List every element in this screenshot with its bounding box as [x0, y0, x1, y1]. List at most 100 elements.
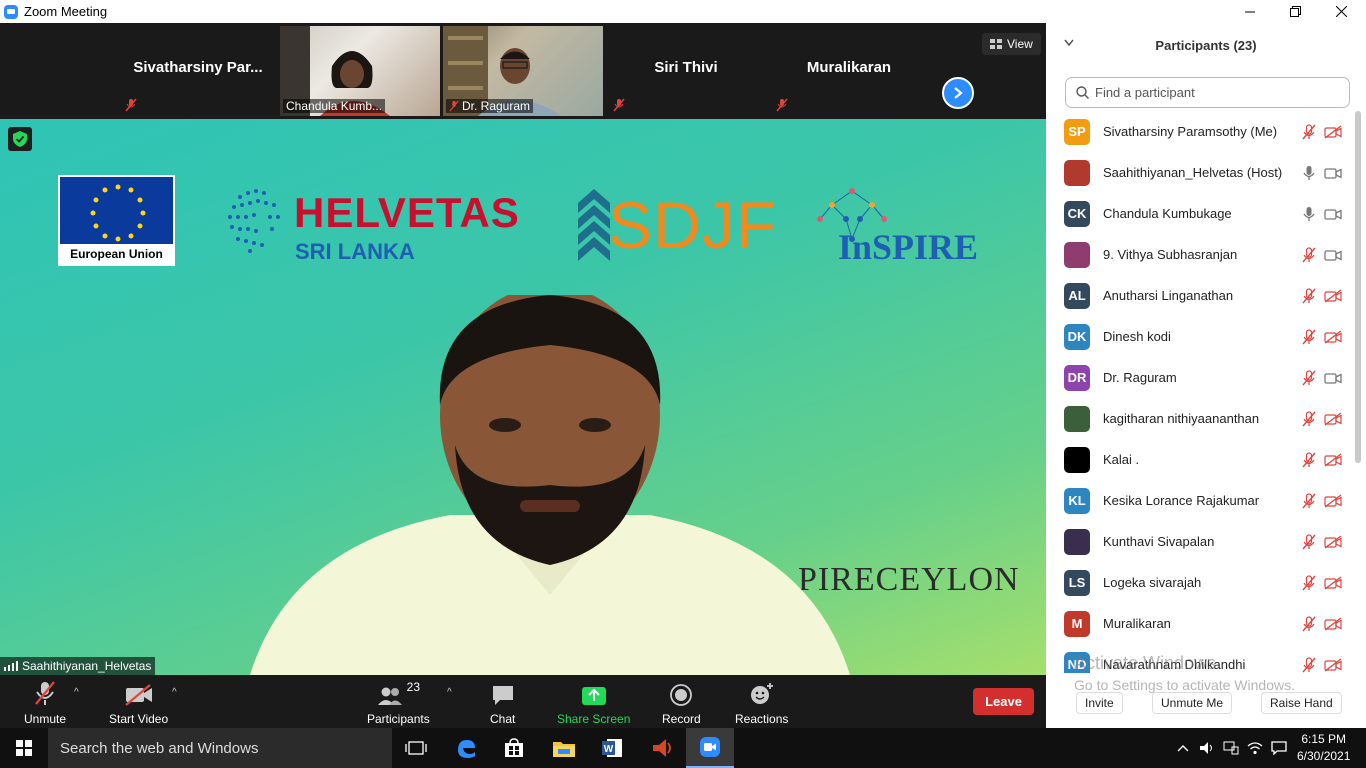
taskbar-edge[interactable]: [442, 728, 490, 768]
panel-header: Participants (23): [1046, 23, 1366, 68]
mic-muted-icon: [125, 98, 137, 112]
raise-hand-button[interactable]: Raise Hand: [1261, 692, 1342, 714]
start-button[interactable]: [0, 728, 48, 768]
audio-options-caret[interactable]: ^: [74, 687, 79, 698]
mic-muted-icon: [1302, 574, 1316, 591]
unmute-me-button[interactable]: Unmute Me: [1152, 692, 1233, 714]
record-icon: [670, 684, 693, 706]
participant-name: Logeka sivarajah: [1103, 575, 1202, 590]
participants-icon: [377, 687, 402, 705]
video-off-icon: [1324, 657, 1342, 672]
participant-row[interactable]: 9. Vithya Subhasranjan: [1046, 234, 1356, 275]
mic-muted-icon: [1302, 123, 1316, 140]
participant-row[interactable]: CK Chandula Kumbukage: [1046, 193, 1356, 234]
taskbar-store[interactable]: [490, 728, 538, 768]
unmute-button[interactable]: Unmute: [24, 680, 66, 726]
encryption-shield-icon[interactable]: [8, 127, 32, 151]
taskbar-zoom[interactable]: [686, 728, 734, 768]
speaker-video: [250, 295, 850, 675]
start-video-button[interactable]: Start Video: [109, 680, 168, 726]
volume-tray[interactable]: [1195, 728, 1219, 768]
video-off-icon: [1324, 124, 1342, 139]
share-screen-button[interactable]: Share Screen: [557, 680, 630, 726]
helvetas-title: HELVETAS: [294, 189, 520, 236]
taskbar-word[interactable]: W: [588, 728, 636, 768]
close-window-button[interactable]: [1318, 0, 1364, 23]
mic-muted-icon: [1302, 328, 1316, 345]
tile-name: Sivatharsiny Par...: [133, 59, 263, 76]
mic-icon: [1302, 165, 1316, 181]
zoom-window: Zoom Meeting Sivatharsiny Par... Chandul…: [0, 0, 1366, 768]
video-options-caret[interactable]: ^: [172, 687, 177, 698]
participant-name: Saahithiyanan_Helvetas (Host): [1103, 165, 1283, 180]
participant-name: Kesika Lorance Rajakumar: [1103, 493, 1260, 508]
video-off-icon: [1324, 411, 1342, 426]
share-screen-icon: [581, 687, 606, 705]
notifications-tray[interactable]: [1267, 728, 1291, 768]
participant-row[interactable]: AL Anutharsi Linganathan: [1046, 275, 1356, 316]
mic-muted-icon: [1302, 246, 1316, 263]
video-tile[interactable]: Siri Thivi: [606, 26, 766, 116]
clock-date: 6/30/2021: [1297, 749, 1351, 763]
participant-row[interactable]: SP Sivatharsiny Paramsothy (Me): [1046, 111, 1356, 152]
video-tile[interactable]: Sivatharsiny Par...: [118, 26, 278, 116]
view-button[interactable]: View: [982, 33, 1041, 55]
participants-button[interactable]: 23 Participants: [367, 680, 430, 726]
taskbar-clock[interactable]: 6:15 PM 6/30/2021: [1297, 731, 1350, 765]
avatar: [1064, 528, 1090, 555]
video-area: Sivatharsiny Par... Chandula Kumb... Dr.…: [0, 23, 1046, 675]
video-tile[interactable]: Dr. Raguram: [443, 26, 603, 116]
next-page-button[interactable]: [942, 77, 974, 109]
zoom-icon: [700, 737, 720, 757]
mic-muted-icon: [449, 100, 459, 112]
search-input[interactable]: [1095, 85, 1335, 100]
active-speaker-video: European Union HELVETAS SRI LANKA SDJF I…: [0, 119, 1046, 675]
participant-name: 9. Vithya Subhasranjan: [1103, 247, 1238, 262]
taskbar-search[interactable]: Search the web and Windows: [48, 728, 392, 768]
avatar: LS: [1064, 569, 1090, 596]
participants-options-caret[interactable]: ^: [447, 687, 452, 698]
message-icon: [1271, 741, 1287, 755]
participant-row[interactable]: Saahithiyanan_Helvetas (Host): [1046, 152, 1356, 193]
wifi-icon: [1247, 742, 1263, 755]
taskbar-powerpoint[interactable]: [638, 728, 686, 768]
inspire-text: InSPIRE: [838, 227, 979, 267]
chat-button[interactable]: Chat: [490, 680, 515, 726]
tile-label: Chandula Kumb...: [283, 99, 386, 113]
participant-row[interactable]: KL Kesika Lorance Rajakumar: [1046, 480, 1356, 521]
video-tile[interactable]: Muralikaran: [769, 26, 929, 116]
tile-name: Muralikaran: [806, 59, 892, 76]
video-off-icon: [1324, 493, 1342, 508]
taskbar-file-explorer[interactable]: [540, 728, 588, 768]
show-hidden-icons[interactable]: [1171, 728, 1195, 768]
participant-row[interactable]: kagitharan nithiyaananthan: [1046, 398, 1356, 439]
speaker-app-icon: [653, 739, 671, 757]
participant-row[interactable]: Kunthavi Sivapalan: [1046, 521, 1356, 562]
mic-muted-icon: [1302, 287, 1316, 304]
participant-search[interactable]: [1065, 77, 1350, 108]
leave-button[interactable]: Leave: [973, 688, 1034, 715]
action-center-tray[interactable]: [1219, 728, 1243, 768]
participant-list-scrollbar[interactable]: [1355, 111, 1361, 463]
video-off-icon: [124, 684, 152, 706]
minimize-button[interactable]: [1227, 0, 1273, 23]
network-tray[interactable]: [1243, 728, 1267, 768]
word-icon: W: [602, 739, 622, 757]
record-button[interactable]: Record: [662, 680, 701, 726]
mic-muted-icon: [1302, 369, 1316, 386]
participant-row[interactable]: DR Dr. Raguram: [1046, 357, 1356, 398]
participant-row[interactable]: Kalai .: [1046, 439, 1356, 480]
windows-taskbar: Search the web and Windows W 6:15 PM 6/3…: [0, 728, 1366, 768]
task-view-button[interactable]: [392, 728, 440, 768]
video-off-icon: [1324, 616, 1342, 631]
meeting-toolbar: Unmute ^ Start Video ^ 23 Participants ^…: [0, 675, 1046, 728]
panel-footer: Invite Unmute Me Raise Hand: [1046, 688, 1366, 728]
participant-row[interactable]: LS Logeka sivarajah: [1046, 562, 1356, 603]
invite-button[interactable]: Invite: [1076, 692, 1123, 714]
reactions-button[interactable]: Reactions: [735, 680, 788, 726]
restore-button[interactable]: [1272, 0, 1318, 23]
participant-row[interactable]: DK Dinesh kodi: [1046, 316, 1356, 357]
video-tile[interactable]: Chandula Kumb...: [280, 26, 440, 116]
participant-row[interactable]: M Muralikaran: [1046, 603, 1356, 644]
participant-name: kagitharan nithiyaananthan: [1103, 411, 1260, 426]
